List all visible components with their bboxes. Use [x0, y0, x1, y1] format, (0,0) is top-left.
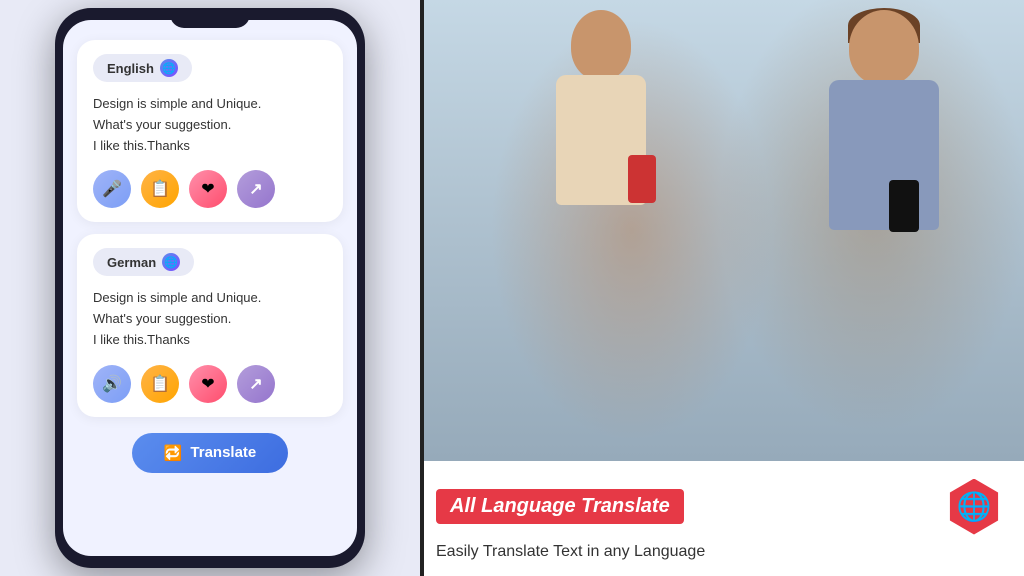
heart-icon-2: ❤	[201, 374, 214, 394]
share-icon-2: ↗	[249, 374, 262, 394]
heart-icon: ❤	[201, 179, 214, 199]
source-actions: 🎤 📋 ❤ ↗	[93, 170, 327, 208]
favorite-button-2[interactable]: ❤	[189, 365, 227, 403]
globe-hex-badge: 🌐	[944, 477, 1004, 537]
target-lang-label: German	[107, 255, 156, 270]
woman-figure	[511, 10, 691, 425]
share-icon: ↗	[249, 179, 262, 199]
banner-title-box: All Language Translate	[436, 489, 684, 524]
target-globe-icon: 🌐	[162, 253, 180, 271]
phone-screen: English 🌐 Design is simple and Unique. W…	[63, 20, 357, 556]
translate-icon: 🔁	[164, 444, 183, 462]
photo-scene	[420, 0, 1024, 461]
mic-button[interactable]: 🎤	[93, 170, 131, 208]
translate-label: Translate	[190, 444, 256, 461]
copy-button[interactable]: 📋	[141, 170, 179, 208]
copy-icon: 📋	[150, 179, 170, 199]
share-button[interactable]: ↗	[237, 170, 275, 208]
right-panel: All Language Translate 🌐 Easily Translat…	[420, 0, 1024, 576]
bottom-banner: All Language Translate 🌐 Easily Translat…	[420, 461, 1024, 576]
hex-globe-icon: 🌐	[957, 490, 992, 523]
favorite-button[interactable]: ❤	[189, 170, 227, 208]
target-text: Design is simple and Unique. What's your…	[93, 288, 327, 350]
target-lang-selector[interactable]: German 🌐	[93, 248, 327, 276]
source-globe-icon: 🌐	[160, 59, 178, 77]
man-phone	[889, 180, 919, 232]
hex-background: 🌐	[946, 479, 1002, 535]
woman-head	[571, 10, 631, 80]
target-card: German 🌐 Design is simple and Unique. Wh…	[77, 234, 343, 416]
copy-icon-2: 📋	[150, 374, 170, 394]
source-text: Design is simple and Unique. What's your…	[93, 94, 327, 156]
target-actions: 🔊 📋 ❤ ↗	[93, 365, 327, 403]
woman-phone	[628, 155, 656, 203]
source-card: English 🌐 Design is simple and Unique. W…	[77, 40, 343, 222]
man-head	[849, 10, 919, 85]
banner-title-row: All Language Translate 🌐	[436, 477, 1004, 537]
copy-button-2[interactable]: 📋	[141, 365, 179, 403]
source-lang-badge[interactable]: English 🌐	[93, 54, 192, 82]
source-lang-selector[interactable]: English 🌐	[93, 54, 327, 82]
speaker-button[interactable]: 🔊	[93, 365, 131, 403]
speaker-icon: 🔊	[102, 374, 122, 394]
source-lang-label: English	[107, 61, 154, 76]
woman-body	[556, 75, 646, 205]
man-figure	[774, 0, 994, 438]
man-body	[829, 80, 939, 230]
share-button-2[interactable]: ↗	[237, 365, 275, 403]
mic-icon: 🎤	[102, 179, 122, 199]
phone-frame: English 🌐 Design is simple and Unique. W…	[55, 8, 365, 568]
banner-subtitle: Easily Translate Text in any Language	[436, 543, 1004, 561]
left-panel: English 🌐 Design is simple and Unique. W…	[0, 0, 420, 576]
translate-button[interactable]: 🔁 Translate	[132, 433, 289, 473]
banner-title: All Language Translate	[450, 495, 670, 517]
translate-btn-container: 🔁 Translate	[77, 433, 343, 473]
phone-border	[420, 0, 424, 576]
target-lang-badge[interactable]: German 🌐	[93, 248, 194, 276]
phone-notch	[170, 8, 250, 28]
